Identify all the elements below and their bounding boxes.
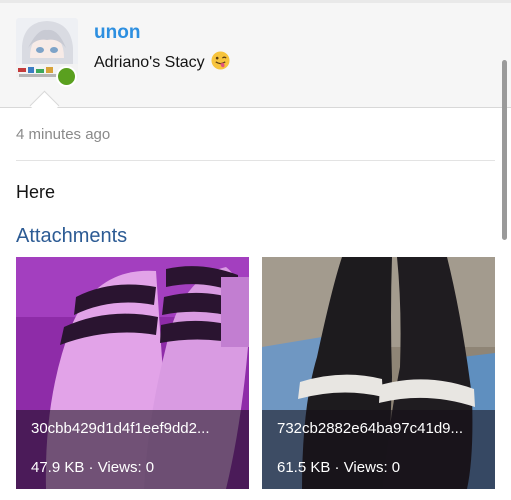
attachment-item[interactable]: 732cb2882e64ba97c41d9... 61.5 KB · Views… bbox=[262, 257, 495, 489]
attachments-heading: Attachments bbox=[16, 225, 128, 247]
user-title-text: Adriano's Stacy bbox=[94, 54, 205, 71]
attachment-item[interactable]: 30cbb429d1d4f1eef9dd2... 47.9 KB · Views… bbox=[16, 257, 249, 489]
message-body: Here bbox=[16, 182, 56, 202]
tongue-wink-emoji-icon bbox=[211, 51, 230, 70]
attachment-info-overlay: 732cb2882e64ba97c41d9... 61.5 KB · Views… bbox=[262, 410, 495, 489]
online-status-dot bbox=[56, 66, 77, 87]
post-header: unon Adriano's Stacy bbox=[0, 0, 511, 108]
user-title: Adriano's Stacy bbox=[94, 51, 230, 72]
attachment-filename[interactable]: 30cbb429d1d4f1eef9dd2... bbox=[31, 420, 236, 437]
attachment-info-overlay: 30cbb429d1d4f1eef9dd2... 47.9 KB · Views… bbox=[16, 410, 249, 489]
divider bbox=[16, 160, 495, 161]
attachment-meta: 61.5 KB · Views: 0 bbox=[277, 459, 401, 476]
post-timestamp[interactable]: 4 minutes ago bbox=[16, 126, 110, 143]
header-top-line bbox=[0, 0, 511, 3]
scrollbar[interactable] bbox=[502, 60, 507, 240]
attachment-meta: 47.9 KB · Views: 0 bbox=[31, 459, 155, 476]
attachment-filename[interactable]: 732cb2882e64ba97c41d9... bbox=[277, 420, 482, 437]
username-link[interactable]: unon bbox=[94, 22, 140, 44]
